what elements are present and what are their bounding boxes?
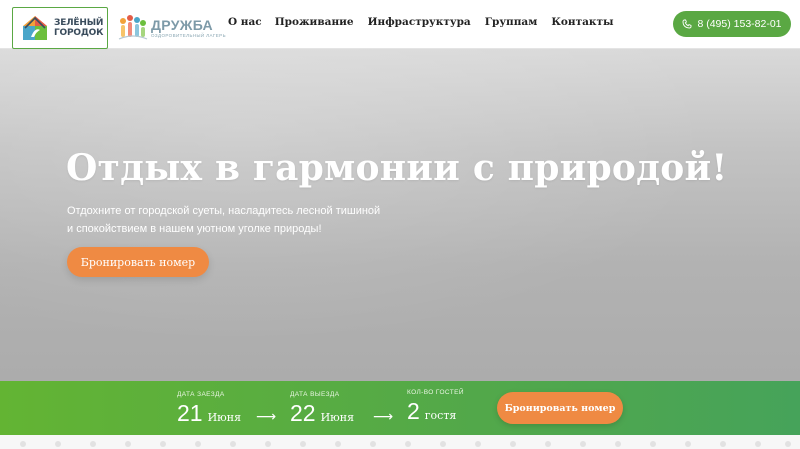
pattern-mark [195, 441, 201, 447]
checkin-day: 21 [177, 400, 203, 426]
house-logo-icon [23, 16, 47, 40]
site-header: ЗЕЛЁНЫЙ ГОРОДОК ДРУЖБА ОЗДОРОВИТЕЛЬНЫЙ Л… [0, 0, 800, 49]
logo-text: ЗЕЛЁНЫЙ ГОРОДОК [54, 18, 103, 38]
children-logo-icon [118, 15, 148, 40]
pattern-mark [440, 441, 446, 447]
hero-subtitle-line2: и спокойствием в нашем уютном уголке при… [67, 223, 322, 235]
pattern-mark [370, 441, 376, 447]
logo-zeleny-gorodok[interactable]: ЗЕЛЁНЫЙ ГОРОДОК [12, 7, 108, 49]
pattern-mark [55, 441, 61, 447]
arrow-right-icon: ⟶ [373, 409, 394, 425]
arrow-right-icon: ⟶ [256, 409, 277, 425]
pattern-mark [300, 441, 306, 447]
pattern-mark [685, 441, 691, 447]
pattern-mark [755, 441, 761, 447]
nav-about[interactable]: О нас [228, 16, 262, 28]
logo-line2: ГОРОДОК [54, 28, 104, 38]
phone-icon [683, 19, 692, 29]
guests-count: 2 [407, 398, 420, 424]
pattern-mark [335, 441, 341, 447]
main-nav: О нас Проживание Инфраструктура Группам … [228, 16, 614, 28]
phone-button[interactable]: 8 (495) 153-82-01 [673, 11, 791, 37]
checkin-field[interactable]: ДАТА ЗАЕЗДА 21 Июня [177, 391, 242, 426]
checkout-month: Июня [320, 411, 355, 424]
druzhba-title: ДРУЖБА [151, 16, 213, 33]
pattern-mark [720, 441, 726, 447]
hero-book-button[interactable]: Бронировать номер [67, 247, 209, 277]
checkout-day: 22 [290, 400, 316, 426]
pattern-mark [785, 441, 791, 447]
pattern-mark [405, 441, 411, 447]
pattern-mark [230, 441, 236, 447]
booking-bar: ДАТА ЗАЕЗДА 21 Июня ⟶ ДАТА ВЫЕЗДА 22 Июн… [0, 381, 800, 435]
pattern-mark [510, 441, 516, 447]
pattern-mark [475, 441, 481, 447]
pattern-mark [615, 441, 621, 447]
checkout-field[interactable]: ДАТА ВЫЕЗДА 22 Июня [290, 391, 355, 426]
guests-field[interactable]: КОЛ-ВО ГОСТЕЙ 2 гостя [407, 389, 464, 424]
logo-druzhba[interactable]: ДРУЖБА ОЗДОРОВИТЕЛЬНЫЙ ЛАГЕРЬ [118, 13, 226, 43]
nav-contacts[interactable]: Контакты [551, 16, 613, 28]
hero-subtitle-line1: Отдохните от городской суеты, насладитес… [67, 205, 381, 217]
checkout-label: ДАТА ВЫЕЗДА [290, 391, 340, 398]
hero-section: Отдых в гармонии с природой! Отдохните о… [0, 49, 800, 381]
druzhba-subtitle: ОЗДОРОВИТЕЛЬНЫЙ ЛАГЕРЬ [151, 32, 226, 38]
nav-infrastructure[interactable]: Инфраструктура [368, 16, 471, 28]
decorative-pattern-strip [0, 435, 800, 449]
guests-unit: гостя [424, 409, 457, 422]
hero-title: Отдых в гармонии с природой! [66, 147, 728, 189]
logo-line1: ЗЕЛЁНЫЙ [54, 18, 104, 28]
hero-subtitle: Отдохните от городской суеты, насладитес… [67, 202, 397, 238]
pattern-mark [20, 441, 26, 447]
checkin-month: Июня [207, 411, 242, 424]
pattern-mark [90, 441, 96, 447]
pattern-mark [545, 441, 551, 447]
phone-number: 8 (495) 153-82-01 [697, 18, 782, 30]
pattern-mark [650, 441, 656, 447]
pattern-mark [580, 441, 586, 447]
pattern-mark [265, 441, 271, 447]
nav-groups[interactable]: Группам [485, 16, 538, 28]
pattern-mark [125, 441, 131, 447]
checkin-label: ДАТА ЗАЕЗДА [177, 391, 225, 398]
pattern-mark [160, 441, 166, 447]
guests-label: КОЛ-ВО ГОСТЕЙ [407, 389, 464, 396]
nav-accommodation[interactable]: Проживание [275, 16, 354, 28]
booking-submit-button[interactable]: Бронировать номер [497, 392, 623, 424]
